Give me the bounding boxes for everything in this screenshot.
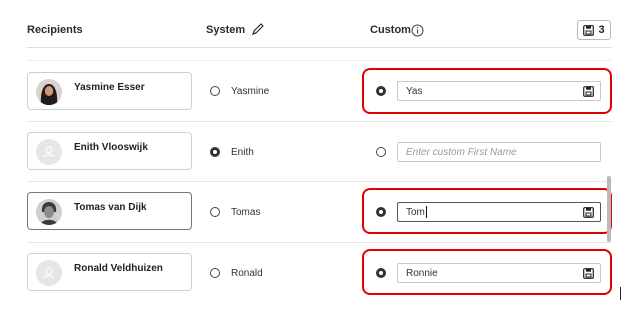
recipient-card[interactable]: Enith Vlooswijk: [27, 132, 192, 170]
system-radio[interactable]: [210, 147, 220, 157]
save-all-button[interactable]: 3: [577, 20, 611, 40]
custom-radio[interactable]: [376, 86, 386, 96]
avatar: [36, 139, 62, 165]
floppy-disk-icon: [583, 24, 595, 36]
text-caret: [425, 206, 427, 218]
custom-name-value: Tom: [406, 206, 425, 218]
recipient-card[interactable]: Yasmine Esser: [27, 72, 192, 110]
avatar: [36, 260, 62, 286]
custom-header: Custom: [370, 24, 411, 36]
save-count: 3: [598, 24, 605, 36]
recipient-name: Yasmine Esser: [74, 82, 145, 93]
text-cursor: [620, 287, 621, 300]
custom-name-value: Yas: [406, 85, 423, 97]
custom-name-input[interactable]: Ronnie: [397, 263, 601, 283]
custom-name-input[interactable]: Yas: [397, 81, 601, 101]
system-radio[interactable]: [210, 86, 220, 96]
user-placeholder-icon: [43, 146, 55, 158]
user-placeholder-icon: [43, 267, 55, 279]
floppy-disk-icon[interactable]: [583, 86, 594, 97]
floppy-disk-icon[interactable]: [583, 268, 594, 279]
recipient-name: Enith Vlooswijk: [74, 142, 148, 153]
custom-radio[interactable]: [376, 207, 386, 217]
custom-name-placeholder: Enter custom First Name: [406, 146, 517, 158]
info-icon[interactable]: [411, 24, 424, 37]
custom-radio[interactable]: [376, 147, 386, 157]
system-radio[interactable]: [210, 207, 220, 217]
system-name: Yasmine: [231, 86, 270, 97]
custom-radio[interactable]: [376, 268, 386, 278]
system-header: System: [206, 24, 246, 36]
recipients-header: Recipients: [27, 24, 83, 36]
custom-name-input[interactable]: Tom: [397, 202, 601, 222]
system-name: Tomas: [231, 207, 261, 218]
recipient-card[interactable]: Ronald Veldhuizen: [27, 253, 192, 291]
recipient-name: Tomas van Dijk: [74, 202, 147, 213]
custom-name-input[interactable]: Enter custom First Name: [397, 142, 601, 162]
recipient-name: Ronald Veldhuizen: [74, 263, 163, 274]
header-divider: [27, 47, 612, 48]
table-header: Recipients System Custom 3: [0, 0, 629, 60]
custom-name-value: Ronnie: [406, 267, 438, 279]
recipient-row: Tomas van Dijk Tomas Tom: [0, 182, 629, 242]
system-radio[interactable]: [210, 268, 220, 278]
recipient-card[interactable]: Tomas van Dijk: [27, 192, 192, 230]
avatar: [36, 79, 62, 105]
scrollbar-thumb[interactable]: [607, 176, 611, 242]
system-name: Ronald: [231, 268, 263, 279]
recipient-row: Enith Vlooswijk Enith Enter custom First…: [0, 122, 629, 182]
pencil-icon[interactable]: [251, 22, 265, 36]
system-name: Enith: [231, 147, 254, 158]
floppy-disk-icon[interactable]: [583, 207, 594, 218]
recipient-row: Ronald Veldhuizen Ronald Ronnie: [0, 243, 629, 303]
recipient-row: Yasmine Esser Yasmine Yas: [0, 61, 629, 121]
avatar: [36, 199, 62, 225]
